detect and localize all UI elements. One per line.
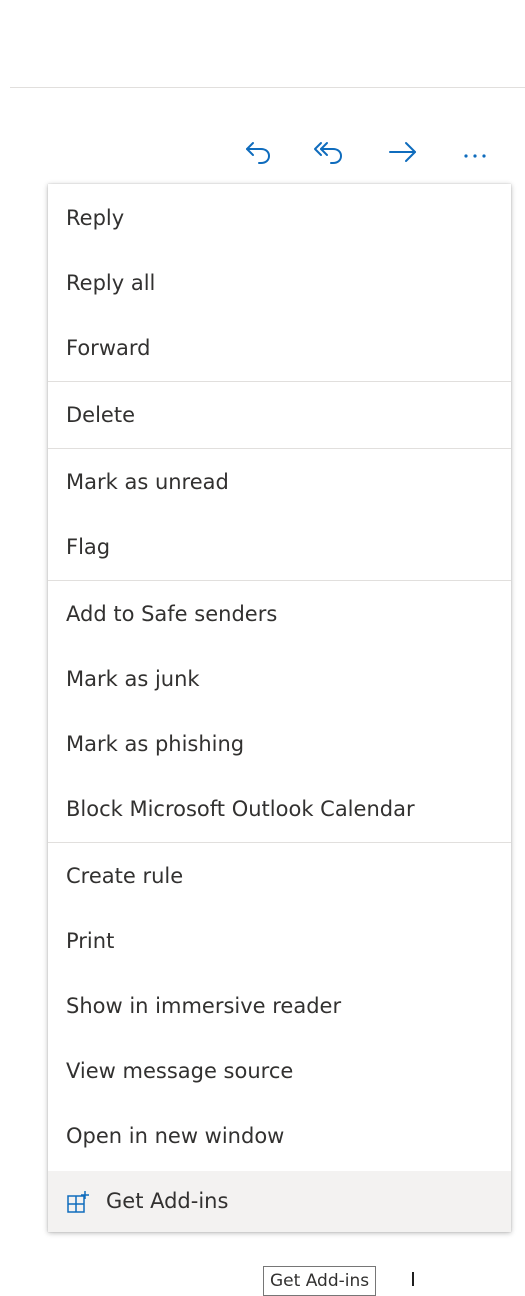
menu-item-view-message-source[interactable]: View message source — [48, 1039, 511, 1104]
add-ins-icon — [67, 1190, 89, 1213]
menu-item-delete[interactable]: Delete — [48, 383, 511, 448]
menu-separator — [48, 381, 511, 382]
more-actions-menu: Reply Reply all Forward Delete Mark as unrea… — [48, 184, 511, 1232]
get-add-ins-label: Get Add-ins — [106, 1189, 229, 1213]
message-actions-toolbar — [232, 126, 512, 176]
menu-item-forward[interactable]: Forward — [48, 316, 511, 381]
forward-button[interactable] — [380, 132, 426, 172]
menu-item-create-rule[interactable]: Create rule — [48, 844, 511, 909]
menu-item-reply-all[interactable]: Reply all — [48, 251, 511, 316]
text-cursor — [412, 1272, 414, 1286]
header-divider — [10, 87, 525, 88]
more-icon — [464, 154, 486, 158]
forward-icon — [389, 142, 416, 162]
menu-separator — [48, 842, 511, 843]
menu-item-open-in-new-window[interactable]: Open in new window — [48, 1104, 511, 1169]
menu-separator — [48, 448, 511, 449]
menu-item-flag[interactable]: Flag — [48, 515, 511, 580]
menu-separator — [48, 580, 511, 581]
menu-item-get-add-ins[interactable]: Get Add-ins — [48, 1171, 511, 1232]
menu-item-show-in-immersive-reader[interactable]: Show in immersive reader — [48, 974, 511, 1039]
menu-item-mark-as-unread[interactable]: Mark as unread — [48, 450, 511, 515]
menu-item-mark-as-junk[interactable]: Mark as junk — [48, 647, 511, 712]
reply-icon — [246, 142, 271, 164]
add-ins-tooltip: Get Add-ins — [263, 1266, 377, 1296]
more-actions-button[interactable] — [452, 132, 498, 172]
menu-item-add-to-safe-senders[interactable]: Add to Safe senders — [48, 582, 511, 647]
menu-item-print[interactable]: Print — [48, 909, 511, 974]
menu-item-reply[interactable]: Reply — [48, 186, 511, 251]
menu-item-block-microsoft-outlook-calendar[interactable]: Block Microsoft Outlook Calendar — [48, 777, 511, 842]
reply-all-icon — [314, 142, 343, 164]
menu-item-mark-as-phishing[interactable]: Mark as phishing — [48, 712, 511, 777]
reply-all-button[interactable] — [306, 132, 352, 172]
reply-button[interactable] — [236, 132, 282, 172]
